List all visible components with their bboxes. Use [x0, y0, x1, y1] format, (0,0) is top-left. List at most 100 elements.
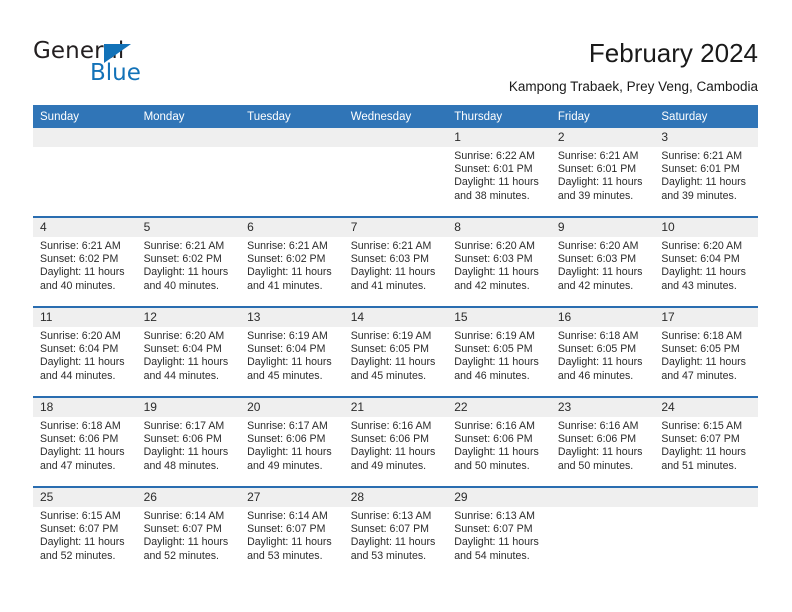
general-blue-logo[interactable]: General Blue	[33, 38, 233, 93]
day-cell-inner: 1 Sunrise: 6:22 AM Sunset: 6:01 PM Daylight…	[447, 128, 551, 216]
calendar-day-cell[interactable]: 4 Sunrise: 6:21 AM Sunset: 6:02 PM Daylight…	[33, 216, 137, 307]
day-info-line: Daylight: 11 hours	[143, 536, 229, 549]
day-number: 20	[240, 398, 344, 417]
calendar-day-cell[interactable]: 27 Sunrise: 6:14 AM Sunset: 6:07 PM Dayligh…	[240, 486, 344, 576]
day-info-line: Sunset: 6:06 PM	[247, 433, 326, 446]
day-number: 17	[654, 308, 758, 327]
calendar-day-cell-empty	[654, 486, 758, 576]
day-info-line: Daylight: 11 hours	[350, 536, 436, 549]
calendar-day-cell[interactable]: 1 Sunrise: 6:22 AM Sunset: 6:01 PM Daylight…	[447, 128, 551, 217]
day-cell-inner: 19 Sunrise: 6:17 AM Sunset: 6:06 PM Dayligh…	[136, 398, 241, 486]
day-info-line: Sunrise: 6:14 AM	[247, 510, 328, 522]
weekday-header-friday: Friday	[550, 105, 655, 128]
weekday-header-tuesday: Tuesday	[240, 105, 344, 128]
day-info-line: Sunrise: 6:13 AM	[454, 510, 535, 522]
day-info-line: Sunset: 6:05 PM	[350, 343, 430, 356]
day-cell-inner: 21 Sunrise: 6:16 AM Sunset: 6:06 PM Dayligh…	[343, 398, 448, 486]
day-info-line: Daylight: 11 hours	[40, 446, 125, 459]
day-info-line: Daylight: 11 hours	[454, 356, 539, 369]
calendar-day-cell[interactable]: 5 Sunrise: 6:21 AM Sunset: 6:02 PM Daylight…	[136, 216, 241, 307]
calendar-day-cell[interactable]: 8 Sunrise: 6:20 AM Sunset: 6:03 PM Daylight…	[447, 216, 551, 307]
calendar-day-cell[interactable]: 9 Sunrise: 6:20 AM Sunset: 6:03 PM Daylight…	[550, 216, 655, 307]
day-info-line: Daylight: 11 hours	[143, 446, 229, 459]
day-info-line: and 38 minutes.	[454, 189, 530, 202]
day-info-line: and 44 minutes.	[143, 369, 219, 382]
day-info-line: Sunset: 6:01 PM	[661, 163, 740, 176]
weekday-header-sunday: Sunday	[33, 105, 137, 128]
day-info-line: Sunset: 6:06 PM	[40, 433, 119, 446]
day-sun-info: Sunrise: 6:20 AM Sunset: 6:04 PM Daylight:…	[137, 327, 241, 383]
weekday-header-wednesday: Wednesday	[343, 105, 448, 128]
calendar-day-cell[interactable]: 11 Sunrise: 6:20 AM Sunset: 6:04 PM Dayligh…	[33, 306, 137, 397]
calendar-day-cell[interactable]: 10 Sunrise: 6:20 AM Sunset: 6:04 PM Dayligh…	[654, 216, 758, 307]
calendar-day-cell[interactable]: 26 Sunrise: 6:14 AM Sunset: 6:07 PM Dayligh…	[136, 486, 241, 576]
day-info-line: and 41 minutes.	[350, 279, 427, 292]
day-sun-info: Sunrise: 6:14 AM Sunset: 6:07 PM Daylight:…	[137, 507, 241, 563]
calendar-day-cell[interactable]: 16 Sunrise: 6:18 AM Sunset: 6:05 PM Dayligh…	[550, 306, 655, 397]
day-cell-inner	[654, 488, 758, 576]
calendar-day-cell[interactable]: 20 Sunrise: 6:17 AM Sunset: 6:06 PM Dayligh…	[240, 396, 344, 487]
day-info-line: Sunrise: 6:22 AM	[454, 150, 535, 162]
calendar-day-cell[interactable]: 21 Sunrise: 6:16 AM Sunset: 6:06 PM Dayligh…	[343, 396, 448, 487]
calendar-day-cell[interactable]: 28 Sunrise: 6:13 AM Sunset: 6:07 PM Dayligh…	[343, 486, 448, 576]
calendar-grid: Sunday Monday Tuesday Wednesday Thursday Frid…	[33, 105, 758, 576]
day-info-line: and 43 minutes.	[661, 279, 737, 292]
day-sun-info: Sunrise: 6:19 AM Sunset: 6:04 PM Daylight:…	[240, 327, 344, 383]
day-info-line: and 50 minutes.	[454, 459, 530, 472]
day-cell-inner: 9 Sunrise: 6:20 AM Sunset: 6:03 PM Daylight…	[550, 218, 655, 306]
calendar-day-cell[interactable]: 18 Sunrise: 6:18 AM Sunset: 6:06 PM Dayligh…	[33, 396, 137, 487]
calendar-day-cell[interactable]: 29 Sunrise: 6:13 AM Sunset: 6:07 PM Dayligh…	[447, 486, 551, 576]
calendar-day-cell[interactable]: 7 Sunrise: 6:21 AM Sunset: 6:03 PM Daylight…	[343, 216, 448, 307]
day-info-line: Sunrise: 6:21 AM	[40, 240, 121, 252]
day-info-line: Sunset: 6:03 PM	[454, 253, 533, 266]
calendar-day-cell[interactable]: 6 Sunrise: 6:21 AM Sunset: 6:02 PM Daylight…	[240, 216, 344, 307]
day-info-line: Sunrise: 6:17 AM	[247, 420, 328, 432]
day-sun-info: Sunrise: 6:20 AM Sunset: 6:04 PM Daylight:…	[654, 237, 758, 293]
calendar-day-cell[interactable]: 17 Sunrise: 6:18 AM Sunset: 6:05 PM Dayligh…	[654, 306, 758, 397]
logo-text-blue: Blue	[90, 60, 141, 86]
day-number	[136, 128, 241, 147]
day-info-line: Sunrise: 6:15 AM	[40, 510, 121, 522]
calendar-day-cell[interactable]: 23 Sunrise: 6:16 AM Sunset: 6:06 PM Dayligh…	[550, 396, 655, 487]
calendar-day-cell[interactable]: 13 Sunrise: 6:19 AM Sunset: 6:04 PM Dayligh…	[240, 306, 344, 397]
calendar-day-cell[interactable]: 25 Sunrise: 6:15 AM Sunset: 6:07 PM Dayligh…	[33, 486, 137, 576]
calendar-day-cell[interactable]: 15 Sunrise: 6:19 AM Sunset: 6:05 PM Dayligh…	[447, 306, 551, 397]
day-sun-info: Sunrise: 6:21 AM Sunset: 6:02 PM Daylight:…	[33, 237, 137, 293]
calendar-week-row: 4 Sunrise: 6:21 AM Sunset: 6:02 PM Daylight…	[33, 216, 758, 307]
day-sun-info: Sunrise: 6:15 AM Sunset: 6:07 PM Daylight:…	[33, 507, 137, 563]
calendar-day-cell[interactable]: 14 Sunrise: 6:19 AM Sunset: 6:05 PM Dayligh…	[343, 306, 448, 397]
day-sun-info: Sunrise: 6:16 AM Sunset: 6:06 PM Daylight:…	[551, 417, 655, 473]
day-sun-info: Sunrise: 6:18 AM Sunset: 6:05 PM Daylight:…	[654, 327, 758, 383]
day-info-line: Sunrise: 6:21 AM	[350, 240, 432, 252]
calendar-day-cell[interactable]: 2 Sunrise: 6:21 AM Sunset: 6:01 PM Daylight…	[550, 128, 655, 217]
day-info-line: Daylight: 11 hours	[40, 266, 125, 279]
day-cell-inner: 12 Sunrise: 6:20 AM Sunset: 6:04 PM Dayligh…	[136, 308, 241, 396]
day-number: 19	[136, 398, 241, 417]
day-info-line: Daylight: 11 hours	[454, 266, 539, 279]
day-info-line: Sunset: 6:05 PM	[454, 343, 533, 356]
day-number	[33, 128, 137, 147]
calendar-day-cell[interactable]: 3 Sunrise: 6:21 AM Sunset: 6:01 PM Daylight…	[654, 128, 758, 217]
calendar-day-cell[interactable]: 22 Sunrise: 6:16 AM Sunset: 6:06 PM Dayligh…	[447, 396, 551, 487]
calendar-day-cell[interactable]: 24 Sunrise: 6:15 AM Sunset: 6:07 PM Dayligh…	[654, 396, 758, 487]
day-info-line: Sunrise: 6:20 AM	[661, 240, 743, 252]
day-number: 1	[447, 128, 551, 147]
day-info-line: Daylight: 11 hours	[247, 266, 332, 279]
weekday-header-saturday: Saturday	[654, 105, 758, 128]
day-cell-inner: 17 Sunrise: 6:18 AM Sunset: 6:05 PM Dayligh…	[654, 308, 758, 396]
day-info-line: Sunrise: 6:15 AM	[661, 420, 743, 432]
day-number	[654, 488, 758, 507]
day-info-line: Sunset: 6:01 PM	[454, 163, 533, 176]
day-sun-info: Sunrise: 6:20 AM Sunset: 6:03 PM Daylight:…	[447, 237, 551, 293]
weekday-header-thursday: Thursday	[447, 105, 551, 128]
calendar-day-cell[interactable]: 19 Sunrise: 6:17 AM Sunset: 6:06 PM Dayligh…	[136, 396, 241, 487]
day-sun-info: Sunrise: 6:16 AM Sunset: 6:06 PM Daylight:…	[344, 417, 448, 473]
day-info-line: and 46 minutes.	[557, 369, 634, 382]
day-cell-inner: 25 Sunrise: 6:15 AM Sunset: 6:07 PM Dayligh…	[33, 488, 137, 576]
day-sun-info: Sunrise: 6:18 AM Sunset: 6:06 PM Daylight:…	[33, 417, 137, 473]
day-number: 25	[33, 488, 137, 507]
day-number: 21	[343, 398, 448, 417]
day-cell-inner	[136, 128, 241, 216]
day-info-line: Sunset: 6:01 PM	[557, 163, 637, 176]
calendar-day-cell[interactable]: 12 Sunrise: 6:20 AM Sunset: 6:04 PM Dayligh…	[136, 306, 241, 397]
